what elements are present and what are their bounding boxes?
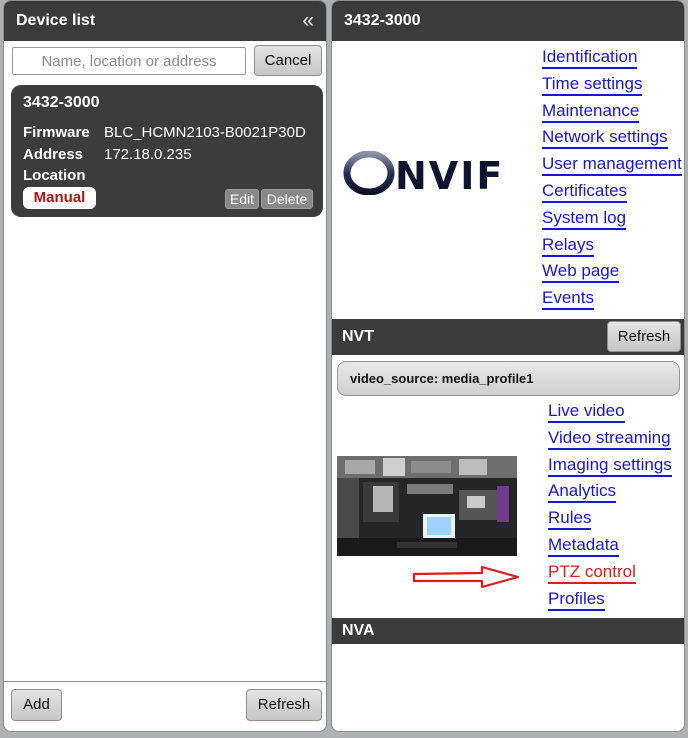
nvt-title: NVT bbox=[342, 328, 374, 345]
link-time-settings[interactable]: Time settings bbox=[542, 72, 682, 99]
location-label: Location bbox=[23, 167, 86, 184]
footer-divider bbox=[4, 681, 326, 682]
refresh-nvt-button[interactable]: Refresh bbox=[607, 321, 681, 352]
device-list-header: Device list « bbox=[4, 1, 326, 41]
link-video-streaming[interactable]: Video streaming bbox=[548, 426, 672, 453]
edit-button[interactable]: Edit bbox=[225, 189, 259, 209]
media-profile-selector[interactable]: video_source: media_profile1 bbox=[337, 361, 680, 396]
video-thumbnail[interactable] bbox=[337, 456, 517, 556]
device-list-title: Device list bbox=[16, 12, 96, 29]
link-rules[interactable]: Rules bbox=[548, 506, 672, 533]
svg-text:NVIF: NVIF bbox=[395, 154, 504, 195]
address-value: 172.18.0.235 bbox=[104, 146, 192, 163]
firmware-value: BLC_HCMN2103-B0021P30D bbox=[104, 124, 306, 141]
nvt-links: Live video Video streaming Imaging setti… bbox=[548, 399, 672, 613]
search-row: Cancel bbox=[10, 45, 322, 77]
device-card[interactable]: 3432-3000 Firmware BLC_HCMN2103-B0021P30… bbox=[11, 85, 323, 217]
cancel-button[interactable]: Cancel bbox=[254, 45, 322, 76]
link-analytics[interactable]: Analytics bbox=[548, 479, 672, 506]
device-detail-header: 3432-3000 bbox=[332, 1, 684, 41]
nva-title: NVA bbox=[342, 622, 375, 639]
link-system-log[interactable]: System log bbox=[542, 206, 682, 233]
device-detail-panel: 3432-3000 NVIF Identification Time setti… bbox=[331, 0, 685, 732]
link-identification[interactable]: Identification bbox=[542, 45, 682, 72]
device-detail-title: 3432-3000 bbox=[344, 12, 421, 29]
nva-section-header: NVA bbox=[332, 618, 684, 644]
link-web-page[interactable]: Web page bbox=[542, 259, 682, 286]
link-live-video[interactable]: Live video bbox=[548, 399, 672, 426]
manual-badge: Manual bbox=[23, 187, 96, 209]
firmware-label: Firmware bbox=[23, 124, 90, 141]
link-imaging-settings[interactable]: Imaging settings bbox=[548, 453, 672, 480]
add-button[interactable]: Add bbox=[11, 689, 62, 721]
link-certificates[interactable]: Certificates bbox=[542, 179, 682, 206]
device-links: Identification Time settings Maintenance… bbox=[542, 45, 682, 313]
double-chevron-left-icon[interactable]: « bbox=[302, 1, 314, 41]
device-name: 3432-3000 bbox=[23, 94, 100, 111]
search-input[interactable] bbox=[12, 47, 246, 75]
link-user-management[interactable]: User management bbox=[542, 152, 682, 179]
link-maintenance[interactable]: Maintenance bbox=[542, 99, 682, 126]
link-profiles[interactable]: Profiles bbox=[548, 587, 672, 614]
link-ptz-control[interactable]: PTZ control bbox=[548, 560, 672, 587]
refresh-device-list-button[interactable]: Refresh bbox=[246, 689, 322, 721]
onvif-logo: NVIF bbox=[343, 151, 504, 195]
link-relays[interactable]: Relays bbox=[542, 233, 682, 260]
delete-button[interactable]: Delete bbox=[261, 189, 313, 209]
link-events[interactable]: Events bbox=[542, 286, 682, 313]
red-outline-arrow-right-icon bbox=[412, 565, 520, 589]
link-metadata[interactable]: Metadata bbox=[548, 533, 672, 560]
link-network-settings[interactable]: Network settings bbox=[542, 125, 682, 152]
device-list-panel: Device list « Cancel 3432-3000 Firmware … bbox=[3, 0, 327, 732]
address-label: Address bbox=[23, 146, 84, 163]
